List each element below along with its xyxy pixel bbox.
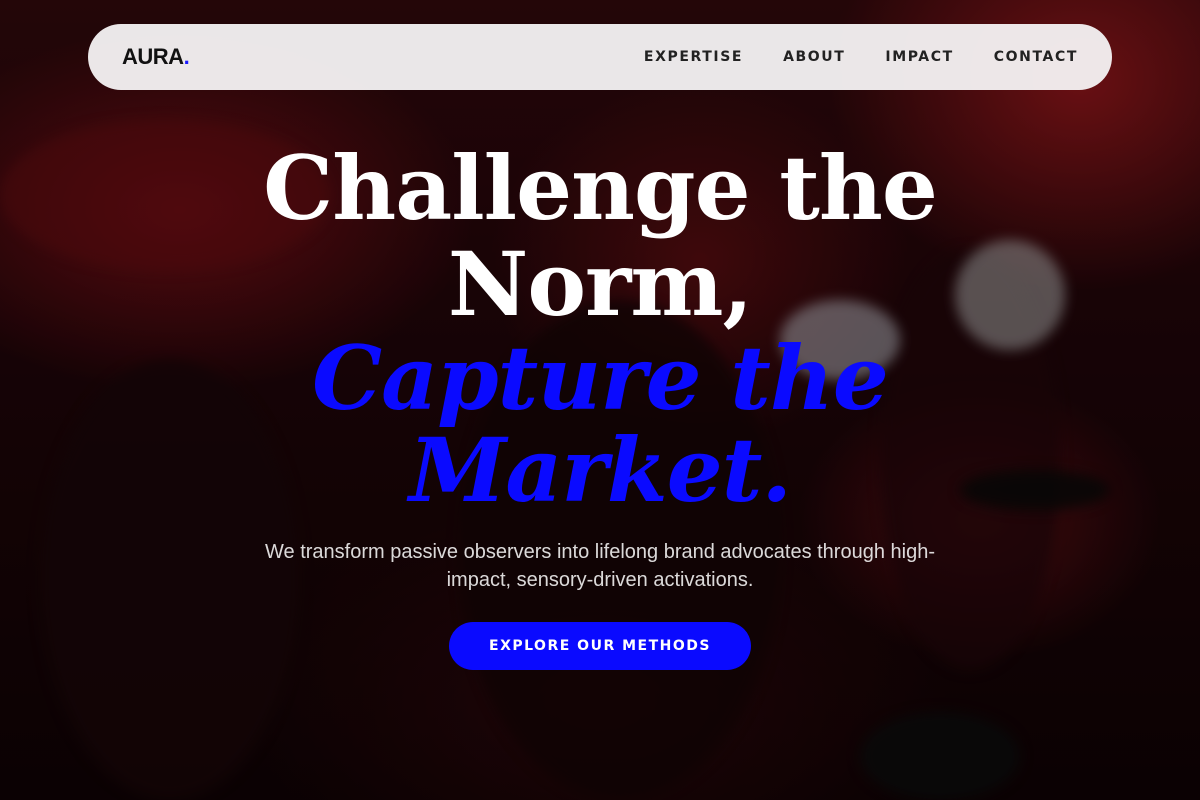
nav-link-about[interactable]: ABOUT	[783, 49, 845, 65]
headline-accent-line-2: Market.	[408, 418, 792, 522]
headline-line-2: Norm,	[447, 232, 753, 336]
headline-accent-line-1: Capture the	[312, 326, 889, 430]
headline-line-1: Challenge the	[263, 136, 938, 240]
nav-link-impact[interactable]: IMPACT	[885, 49, 953, 65]
top-navbar: AURA. EXPERTISE ABOUT IMPACT CONTACT	[88, 24, 1112, 90]
nav-link-expertise[interactable]: EXPERTISE	[644, 49, 743, 65]
brand-logo-dot: .	[183, 44, 190, 69]
hero-subtext: We transform passive observers into life…	[265, 541, 935, 591]
nav-links: EXPERTISE ABOUT IMPACT CONTACT	[644, 49, 1078, 65]
nav-link-contact[interactable]: CONTACT	[994, 49, 1078, 65]
explore-methods-button[interactable]: EXPLORE OUR METHODS	[449, 622, 751, 670]
brand-logo[interactable]: AURA.	[122, 44, 190, 70]
hero-section: Challenge the Norm, Capture the Market. …	[0, 140, 1200, 670]
hero-headline: Challenge the Norm, Capture the Market.	[0, 140, 1200, 516]
brand-name: AURA	[122, 44, 184, 69]
